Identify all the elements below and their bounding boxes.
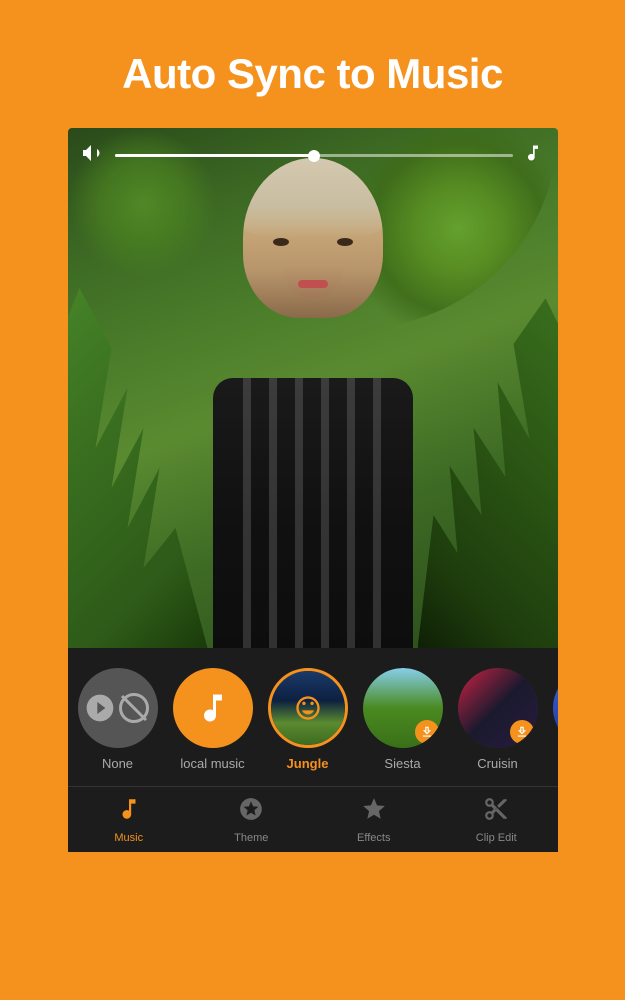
clip-edit-nav-icon — [483, 796, 509, 828]
video-background — [68, 128, 558, 648]
download-badge-siesta — [415, 720, 439, 744]
siesta-thumb — [363, 668, 443, 748]
nav-item-music[interactable]: Music — [68, 787, 191, 852]
jungle-thumb — [268, 668, 348, 748]
nav-item-clip-edit[interactable]: Clip Edit — [435, 787, 558, 852]
cruisin-thumb — [458, 668, 538, 748]
jungle-label: Jungle — [287, 756, 329, 771]
nav-item-theme[interactable]: Theme — [190, 787, 313, 852]
music-note-icon — [523, 143, 543, 168]
page-title: Auto Sync to Music — [30, 50, 595, 98]
progress-thumb[interactable] — [308, 150, 320, 162]
person-body — [213, 378, 413, 648]
app-container: Auto Sync to Music — [0, 0, 625, 1000]
nav-item-effects[interactable]: Effects — [313, 787, 436, 852]
music-list: None local music — [68, 648, 558, 786]
none-label: None — [102, 756, 133, 771]
volume-icon[interactable] — [83, 144, 105, 167]
progress-track[interactable] — [115, 154, 513, 157]
playback-bar — [83, 143, 543, 168]
person-head — [243, 158, 383, 318]
music-item-extra[interactable]: Ju... — [553, 668, 558, 771]
extra-thumb — [553, 668, 558, 748]
theme-nav-icon — [238, 796, 264, 828]
music-item-cruisin[interactable]: Cruisin — [458, 668, 538, 771]
music-item-local[interactable]: local music — [173, 668, 253, 771]
music-item-siesta[interactable]: Siesta — [363, 668, 443, 771]
none-thumb — [78, 668, 158, 748]
video-area — [68, 128, 558, 648]
nav-label-effects: Effects — [357, 832, 390, 844]
music-item-jungle[interactable]: Jungle — [268, 668, 348, 771]
nav-label-theme: Theme — [234, 832, 268, 844]
phone-container: None local music — [68, 128, 558, 852]
nav-label-music: Music — [114, 832, 143, 844]
cruisin-label: Cruisin — [477, 756, 517, 771]
music-item-none[interactable]: None — [78, 668, 158, 771]
download-badge-cruisin — [510, 720, 534, 744]
header: Auto Sync to Music — [0, 0, 625, 128]
local-thumb — [173, 668, 253, 748]
progress-fill — [115, 154, 314, 157]
siesta-label: Siesta — [384, 756, 420, 771]
nav-label-clip-edit: Clip Edit — [476, 832, 517, 844]
local-label: local music — [180, 756, 244, 771]
bottom-nav: Music Theme — [68, 786, 558, 852]
foliage-left — [68, 248, 208, 648]
bottom-panel: None local music — [68, 648, 558, 852]
effects-nav-icon — [361, 796, 387, 828]
foliage-right — [418, 268, 558, 648]
music-nav-icon — [116, 796, 142, 828]
